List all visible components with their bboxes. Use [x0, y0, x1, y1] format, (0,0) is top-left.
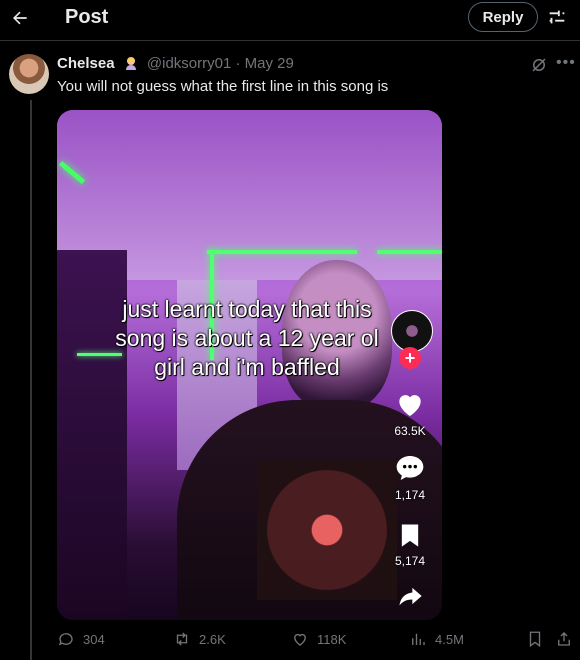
- arrow-left-icon: [13, 11, 27, 25]
- video-like-count: 63.5K: [394, 424, 426, 438]
- bookmark-action[interactable]: [526, 630, 544, 648]
- views-chart-icon: [412, 633, 425, 645]
- reply-count: 304: [83, 631, 105, 647]
- display-name[interactable]: Chelsea: [57, 55, 115, 72]
- heart-outline-icon: [294, 633, 306, 646]
- video-share-button[interactable]: [389, 582, 431, 610]
- caption-line: girl and i'm baffled: [154, 354, 340, 380]
- grok-icon: [532, 58, 546, 72]
- person-emoji-icon: [125, 57, 136, 70]
- repost-count: 2.6K: [199, 631, 226, 647]
- share-icon: [558, 632, 570, 646]
- thread-line: [30, 100, 32, 660]
- author-line: Chelsea @idksorry01 · May 29: [57, 55, 294, 72]
- bookmark-outline-icon: [529, 631, 541, 648]
- neon-light-strip: [377, 250, 442, 254]
- page-title: Post: [65, 6, 109, 28]
- reply-icon: [58, 633, 73, 646]
- share-arrow-icon: [399, 587, 422, 606]
- post-date[interactable]: May 29: [245, 55, 294, 72]
- caption-line: song is about a 12 year ol: [115, 325, 379, 351]
- reply-action[interactable]: 304: [57, 630, 105, 648]
- tweet-text: You will not guess what the first line i…: [57, 78, 389, 95]
- video-like-button[interactable]: 63.5K: [389, 388, 431, 438]
- settings-button[interactable]: [546, 6, 568, 28]
- repost-icon: [176, 632, 188, 646]
- back-button[interactable]: [8, 6, 32, 30]
- caption-line: just learnt today that this: [122, 296, 372, 322]
- creator-avatar[interactable]: [391, 310, 433, 352]
- video-media[interactable]: just learnt today that this song is abou…: [57, 110, 442, 620]
- like-count: 118K: [317, 631, 347, 647]
- top-bar: Post Reply: [0, 0, 580, 36]
- video-comment-button[interactable]: 1,174: [389, 452, 431, 502]
- bookmark-icon: [401, 524, 419, 547]
- avatar[interactable]: [9, 54, 49, 94]
- shirt-print: [257, 460, 397, 600]
- comment-bubble-icon: [396, 456, 424, 480]
- view-count: 4.5M: [435, 631, 464, 647]
- user-handle[interactable]: @idksorry01: [147, 55, 231, 72]
- views-action[interactable]: 4.5M: [409, 630, 464, 648]
- video-save-button[interactable]: 5,174: [389, 520, 431, 568]
- share-action[interactable]: [555, 630, 573, 648]
- video-save-count: 5,174: [394, 554, 426, 568]
- grok-button[interactable]: [530, 56, 548, 74]
- heart-icon: [399, 395, 421, 416]
- reply-button[interactable]: Reply: [468, 2, 538, 32]
- header-divider: [0, 40, 580, 41]
- video-caption: just learnt today that this song is abou…: [82, 295, 412, 382]
- sliders-icon: [549, 10, 565, 24]
- repost-action[interactable]: 2.6K: [173, 630, 226, 648]
- meta-separator: ·: [235, 55, 241, 72]
- more-options-icon[interactable]: •••: [556, 54, 576, 72]
- like-action[interactable]: 118K: [291, 630, 346, 648]
- video-comment-count: 1,174: [394, 488, 426, 502]
- follow-plus-button[interactable]: +: [399, 347, 421, 369]
- neon-light-strip: [207, 250, 357, 254]
- tweet-actions: 304 2.6K 118K 4.5M: [57, 630, 580, 660]
